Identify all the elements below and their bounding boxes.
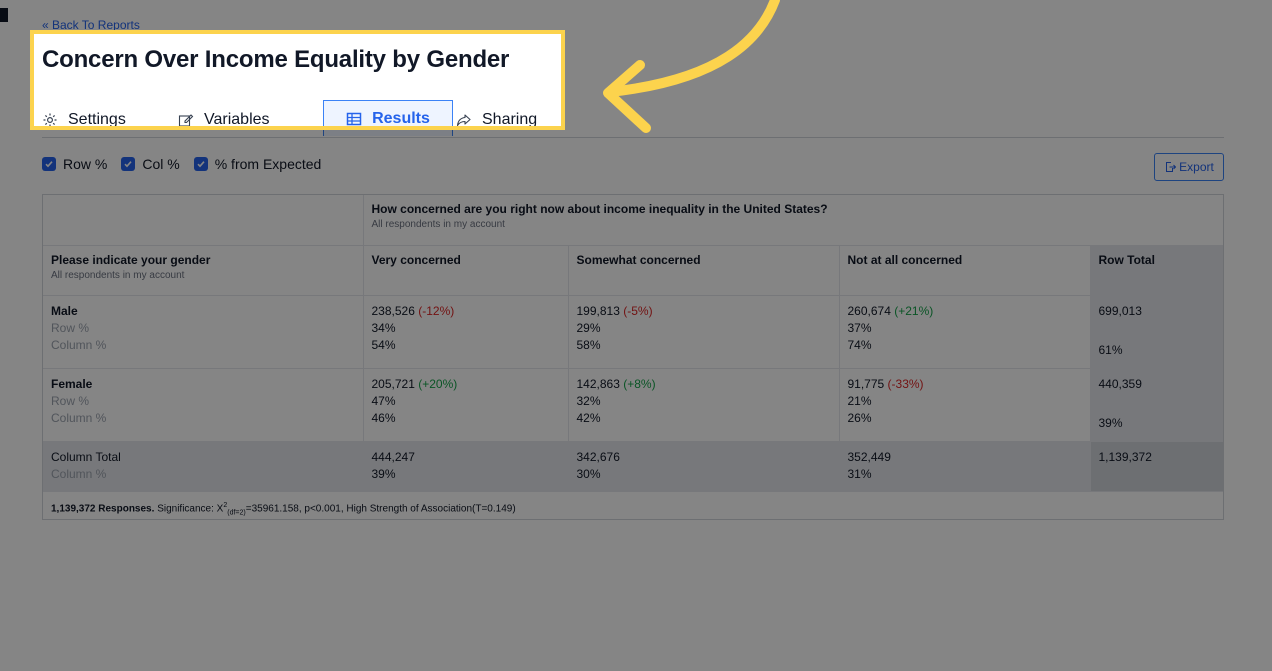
row-total-value: 440,359: [1098, 376, 1142, 391]
expected-diff: (-33%): [887, 376, 924, 391]
row-label-cell: Female Row % Column %: [43, 368, 364, 442]
column-total-value: 352,449: [847, 449, 891, 464]
data-cell: 91,775 (-33%) 21% 26%: [839, 368, 1091, 442]
expected-diff: (-5%): [623, 303, 653, 318]
header-not-concerned: Not at all concerned: [839, 245, 1091, 296]
row-label: Male: [51, 303, 78, 318]
row-label: Female: [51, 376, 93, 391]
chi-square-sup: 2: [223, 501, 228, 509]
column-total-pct: 31%: [847, 466, 872, 481]
row-pct-label: Row %: [63, 156, 108, 172]
row-question: Please indicate your gender: [51, 252, 211, 267]
row-pct-value: 29%: [576, 320, 601, 335]
spotlight-border: [30, 30, 565, 130]
column-total-value: 444,247: [371, 449, 415, 464]
data-cell: 142,863 (+8%) 32% 42%: [568, 368, 840, 442]
row-total-pct: 61%: [1098, 342, 1123, 357]
col-pct-value: 46%: [371, 410, 396, 425]
row-pct-option[interactable]: Row %: [42, 156, 107, 172]
column-total-cell: 352,449 31%: [839, 441, 1091, 492]
row-pct-value: 21%: [847, 393, 872, 408]
significance-detail: =35961.158, p<0.001, High Strength of As…: [245, 502, 516, 514]
question-header-row: How concerned are you right now about in…: [43, 195, 1223, 246]
significance-row: 1,139,372 Responses. Significance: X2(df…: [43, 491, 1223, 526]
column-total-value: 342,676: [576, 449, 620, 464]
count-value: 91,775: [847, 376, 885, 391]
count-value: 260,674: [847, 303, 891, 318]
header-very-concerned: Very concerned: [363, 245, 569, 296]
column-question: How concerned are you right now about in…: [371, 202, 828, 216]
col-pct-row-label: Column %: [51, 337, 107, 352]
data-cell: 238,526 (-12%) 34% 54%: [363, 295, 569, 369]
column-total-label: Column Total: [51, 449, 121, 464]
row-pct-value: 32%: [576, 393, 601, 408]
row-pct-checkbox[interactable]: [42, 157, 56, 171]
col-pct-option[interactable]: Col %: [121, 156, 180, 172]
export-button[interactable]: Export: [1154, 153, 1224, 181]
row-total-cell: 699,013 61%: [1090, 295, 1223, 369]
row-pct-value: 47%: [371, 393, 396, 408]
data-cell: 205,721 (+20%) 47% 46%: [363, 368, 569, 442]
expected-diff: (+20%): [418, 376, 458, 391]
column-total-cell: 444,247 39%: [363, 441, 569, 492]
row-question-cell: Please indicate your gender All responde…: [43, 245, 364, 296]
count-value: 142,863: [576, 376, 620, 391]
row-pct-value: 37%: [847, 320, 872, 335]
degrees-of-freedom: (df=2): [227, 508, 246, 516]
responses-count: 1,139,372 Responses.: [51, 502, 155, 514]
col-pct-row-label: Column %: [51, 410, 107, 425]
export-icon: [1164, 161, 1177, 173]
count-value: 205,721: [371, 376, 415, 391]
expected-diff: (+8%): [623, 376, 656, 391]
row-pct-row-label: Row %: [51, 393, 90, 408]
crosstab-table: How concerned are you right now about in…: [42, 194, 1224, 520]
cursor-mark: [0, 8, 8, 22]
column-total-pct: 39%: [371, 466, 396, 481]
column-question-cell: How concerned are you right now about in…: [363, 195, 1223, 246]
row-pct-row-label: Row %: [51, 320, 90, 335]
grand-total-value: 1,139,372: [1098, 449, 1152, 464]
table-row: Female Row % Column % 205,721 (+20%) 47%…: [43, 368, 1223, 442]
column-total-pct: 30%: [576, 466, 601, 481]
row-label-cell: Male Row % Column %: [43, 295, 364, 369]
row-total-value: 699,013: [1098, 303, 1142, 318]
pct-from-expected-label: % from Expected: [214, 156, 322, 172]
data-cell: 260,674 (+21%) 37% 74%: [839, 295, 1091, 369]
header-row-total: Row Total: [1090, 245, 1223, 296]
col-pct-value: 42%: [576, 410, 601, 425]
pointer-arrow-icon: [603, 0, 780, 133]
col-pct-value: 58%: [576, 337, 601, 352]
column-total-cell: 342,676 30%: [568, 441, 840, 492]
corner-cell: [43, 195, 364, 246]
expected-diff: (-12%): [418, 303, 455, 318]
grand-total-cell: 1,139,372: [1090, 441, 1223, 492]
column-total-row: Column Total Column % 444,247 39% 342,67…: [43, 441, 1223, 492]
pct-from-expected-checkbox[interactable]: [193, 157, 208, 171]
significance-label: Significance: X: [157, 502, 224, 514]
expected-diff: (+21%): [894, 303, 934, 318]
table-row: Male Row % Column % 238,526 (-12%) 34% 5…: [43, 295, 1223, 369]
col-pct-value: 26%: [847, 410, 872, 425]
count-value: 199,813: [576, 303, 620, 318]
col-pct-value: 74%: [847, 337, 872, 352]
data-cell: 199,813 (-5%) 29% 58%: [568, 295, 840, 369]
row-question-sub: All respondents in my account: [51, 269, 185, 281]
col-pct-value: 54%: [371, 337, 396, 352]
pct-from-expected-option[interactable]: % from Expected: [193, 156, 322, 172]
row-total-cell: 440,359 39%: [1090, 368, 1223, 442]
significance-cell: 1,139,372 Responses. Significance: X2(df…: [43, 491, 1223, 526]
column-total-label-cell: Column Total Column %: [43, 441, 364, 492]
col-pct-checkbox[interactable]: [121, 157, 136, 171]
export-label: Export: [1179, 160, 1214, 174]
column-header-row: Please indicate your gender All responde…: [43, 245, 1223, 296]
row-pct-value: 34%: [371, 320, 396, 335]
col-pct-label: Col %: [142, 156, 180, 172]
column-question-sub: All respondents in my account: [371, 219, 505, 230]
col-pct-row-label: Column %: [51, 466, 107, 481]
row-total-pct: 39%: [1098, 415, 1123, 430]
header-somewhat-concerned: Somewhat concerned: [568, 245, 840, 296]
count-value: 238,526: [371, 303, 415, 318]
display-options: Row % Col % % from Expected: [42, 156, 335, 172]
